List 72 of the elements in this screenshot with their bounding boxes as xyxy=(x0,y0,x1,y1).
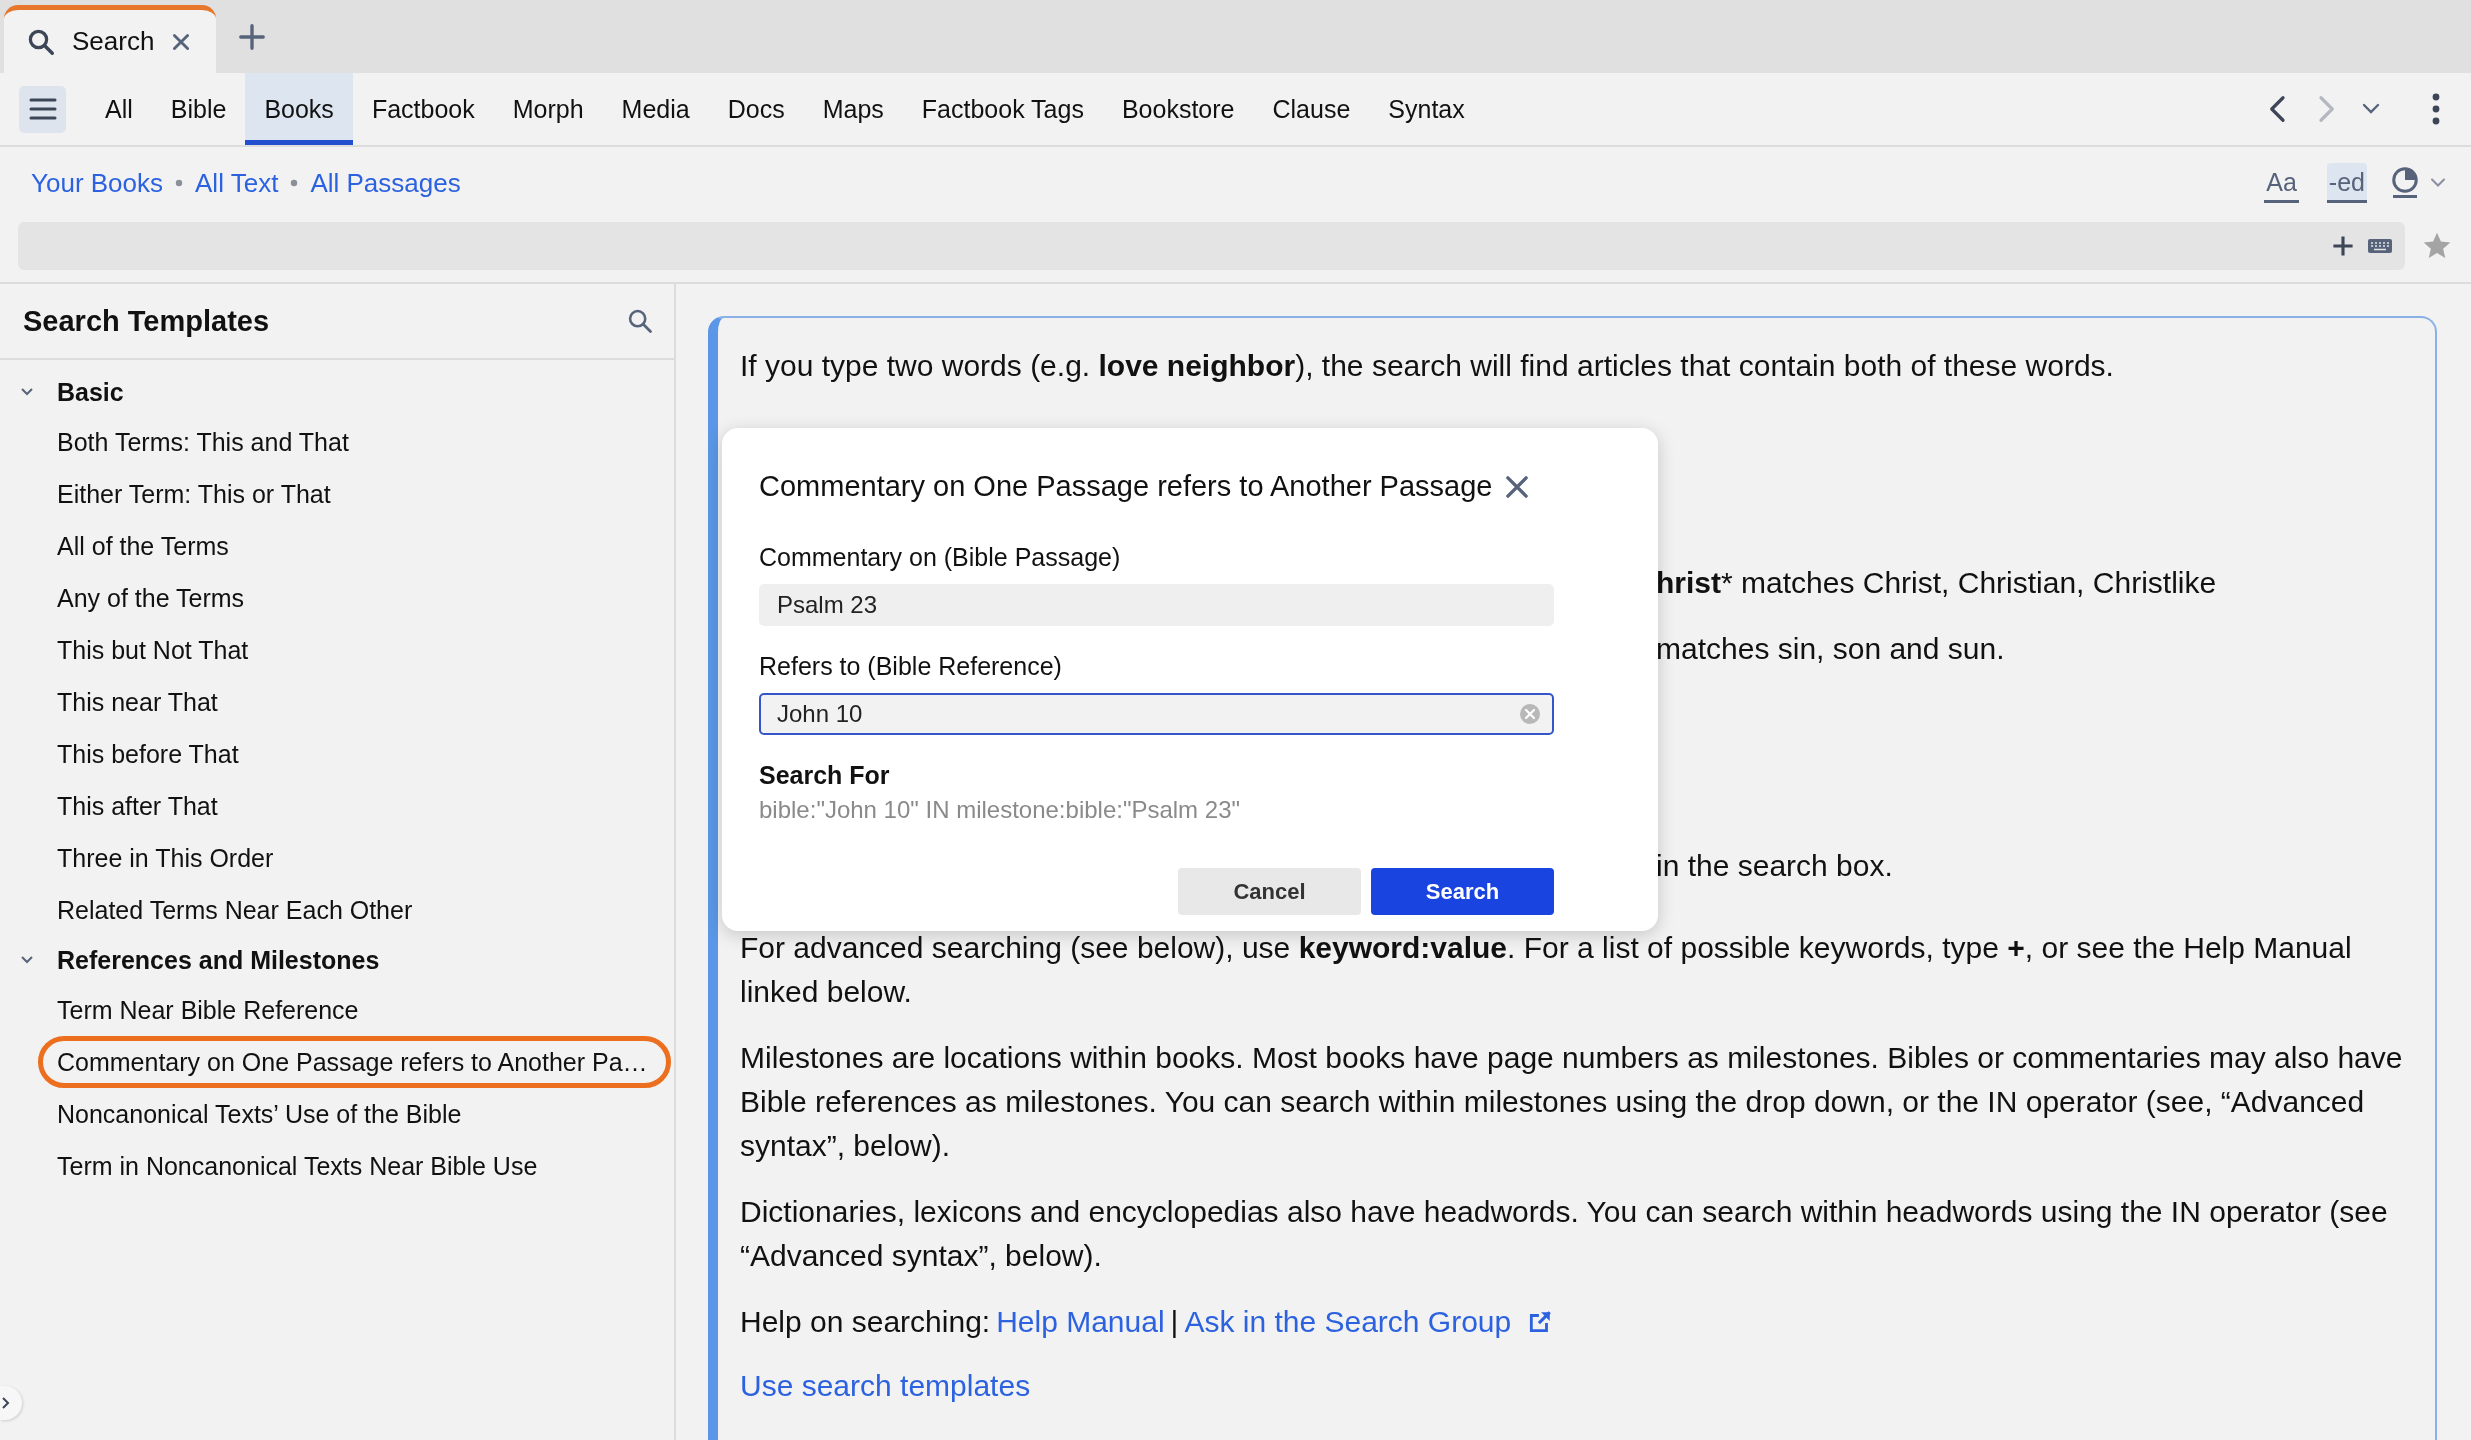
paragraph: If you type two words (e.g. love neighbor), the search will find articles that contain both of these words. xyxy=(740,348,2115,384)
external-link-icon[interactable] xyxy=(1527,1309,1554,1335)
paragraph: hrist* matches Christ, Christian, Christlike xyxy=(1656,565,2218,601)
templates-link[interactable]: Use search templates xyxy=(740,1369,1031,1402)
tree-item[interactable]: This but Not That xyxy=(0,624,674,676)
input-field[interactable]: Psalm 23 xyxy=(759,584,1554,626)
chevron-down-icon[interactable] xyxy=(2429,177,2447,189)
tree-item[interactable]: This before That xyxy=(0,728,674,780)
field-label: Refers to (Bible Reference) xyxy=(759,652,1063,681)
format-button[interactable]: Aa xyxy=(2264,163,2299,203)
help-label: Help on searching: xyxy=(740,1304,991,1340)
format-button[interactable]: -ed xyxy=(2326,163,2367,203)
tree-item[interactable]: Both Terms: This and That xyxy=(0,416,674,468)
chevron-down-icon[interactable] xyxy=(2361,102,2381,116)
more-icon[interactable] xyxy=(2431,93,2441,125)
search-button[interactable]: Search xyxy=(1371,868,1554,915)
tree-item[interactable]: Term Near Bible Reference xyxy=(0,984,674,1036)
bullet-icon xyxy=(290,179,299,187)
tree-item[interactable]: Any of the Terms xyxy=(0,572,674,624)
tree-item[interactable]: This near That xyxy=(0,676,674,728)
dialog-title: Commentary on One Passage refers to Another Passage xyxy=(759,470,1493,503)
plus-icon[interactable] xyxy=(2331,234,2355,258)
bullet-icon xyxy=(175,179,184,187)
paragraph: For advanced searching (see below), use keyword:value. For a list of possible keywords, type +, or see the Help Manual linked below. xyxy=(740,930,2353,1010)
menu-icon xyxy=(27,97,58,121)
nav-tab[interactable]: Docs xyxy=(708,73,804,145)
nav-tab[interactable]: Bookstore xyxy=(1102,73,1254,145)
tree-item[interactable]: Related Terms Near Each Other xyxy=(0,884,674,936)
tree-item[interactable]: This after That xyxy=(0,780,674,832)
breadcrumb-link[interactable]: All Passages xyxy=(310,167,461,199)
nav-tab[interactable]: Factbook xyxy=(352,73,494,145)
help-link[interactable]: Ask in the Search Group xyxy=(1184,1300,1512,1344)
nav-tab[interactable]: Books xyxy=(245,73,353,145)
nav-tab[interactable]: Morph xyxy=(493,73,603,145)
nav-tab[interactable]: Factbook Tags xyxy=(902,73,1103,145)
tree-item[interactable]: Three in This Order xyxy=(0,832,674,884)
keyboard-icon[interactable] xyxy=(2367,237,2393,255)
tree-item[interactable]: Term in Noncanonical Texts Near Bible Use xyxy=(0,1140,674,1192)
tree-item[interactable]: Commentary on One Passage refers to Another Pa… xyxy=(38,1036,671,1088)
query-text: bible:"John 10" IN milestone:bible:"Psalm 23" xyxy=(759,796,1241,824)
help-link[interactable]: Help Manual xyxy=(996,1300,1165,1344)
separator: | xyxy=(1170,1304,1179,1340)
paragraph: Milestones are locations within books. Most books have page numbers as milestones. Bibles or commentaries may also have Bible references as milestones. You can search within milestones using the drop down, or the IN operator (see, “Advanced syntax”, below). xyxy=(740,1040,2404,1164)
nav-tab[interactable]: Bible xyxy=(151,73,246,145)
tree-item[interactable]: Either Term: This or That xyxy=(0,468,674,520)
plus-icon[interactable] xyxy=(238,23,267,51)
input-field[interactable]: John 10 xyxy=(759,693,1554,735)
tree-group[interactable]: Basic xyxy=(0,368,674,416)
tree-item[interactable]: All of the Terms xyxy=(0,520,674,572)
nav-tab[interactable]: Syntax xyxy=(1369,73,1484,145)
nav-tab[interactable]: Clause xyxy=(1253,73,1370,145)
close-icon[interactable] xyxy=(1504,473,1531,500)
chevron-right-icon xyxy=(0,1395,12,1411)
field-label: Commentary on (Bible Passage) xyxy=(759,543,1122,572)
collapse-handle[interactable] xyxy=(0,1386,22,1420)
breadcrumb-link[interactable]: All Text xyxy=(195,167,279,199)
panel-title: Search Templates xyxy=(23,304,270,338)
tree-group[interactable]: References and Milestones xyxy=(0,936,674,984)
nav-tab[interactable]: All xyxy=(86,73,152,145)
cancel-button[interactable]: Cancel xyxy=(1178,868,1361,915)
menu-button[interactable] xyxy=(19,85,66,133)
paragraph: matches sin, son and sun. xyxy=(1656,631,2006,667)
search-icon[interactable] xyxy=(626,307,654,335)
search-field[interactable] xyxy=(18,222,2405,270)
section-label: Search For xyxy=(759,761,891,790)
tree-item[interactable]: Noncanonical Texts’ Use of the Bible xyxy=(0,1088,674,1140)
paragraph: in the search box. xyxy=(1656,848,1894,884)
tab[interactable]: Search xyxy=(4,5,217,73)
breadcrumb-link[interactable]: Your Books xyxy=(31,167,164,199)
nav-tab[interactable]: Media xyxy=(602,73,709,145)
nav-tab[interactable]: Maps xyxy=(803,73,903,145)
paragraph: Dictionaries, lexicons and encyclopedias also have headwords. You can search within headwords using the IN operator (see “Advanced syntax”, below). xyxy=(740,1194,2389,1274)
